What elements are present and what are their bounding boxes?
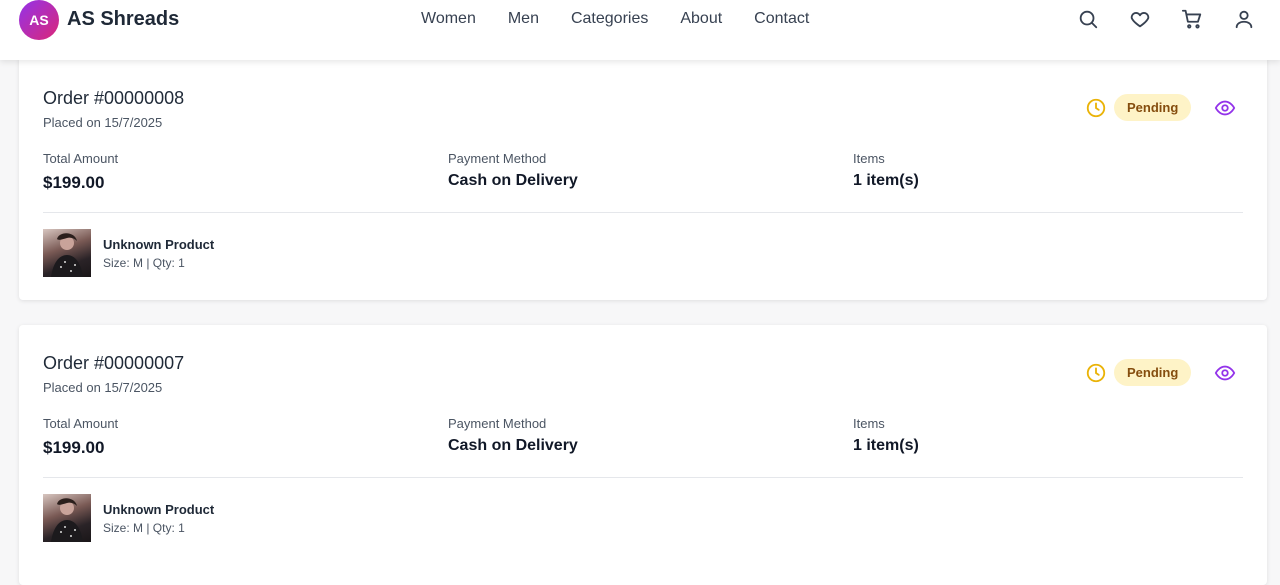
navbar: AS AS Shreads Women Men Categories About… bbox=[0, 0, 1280, 60]
divider bbox=[43, 477, 1243, 478]
product-meta: Size: M | Qty: 1 bbox=[103, 521, 185, 535]
nav-link-categories[interactable]: Categories bbox=[571, 10, 648, 28]
view-order-eye-icon[interactable] bbox=[1214, 362, 1236, 384]
total-amount-label: Total Amount bbox=[43, 416, 119, 431]
items-label: Items bbox=[853, 416, 885, 431]
order-card: Order #00000007 Placed on 15/7/2025 Pend… bbox=[19, 325, 1267, 585]
payment-method-label: Payment Method bbox=[448, 151, 547, 166]
order-title: Order #00000008 bbox=[43, 88, 185, 108]
payment-method-value: Cash on Delivery bbox=[448, 172, 578, 189]
total-amount-value: $199.00 bbox=[43, 438, 105, 457]
nav-link-about[interactable]: About bbox=[680, 10, 722, 28]
status-badge: Pending bbox=[1114, 359, 1192, 386]
order-placed-date: Placed on 15/7/2025 bbox=[43, 380, 163, 395]
product-thumbnail[interactable] bbox=[43, 494, 91, 542]
order-status: Pending bbox=[1085, 359, 1192, 386]
items-count-value: 1 item(s) bbox=[853, 172, 919, 189]
product-thumbnail[interactable] bbox=[43, 229, 91, 277]
heart-icon[interactable] bbox=[1129, 8, 1151, 30]
search-icon[interactable] bbox=[1077, 8, 1099, 30]
total-amount-label: Total Amount bbox=[43, 151, 119, 166]
status-badge: Pending bbox=[1114, 94, 1192, 121]
nav-links: Women Men Categories About Contact bbox=[421, 10, 841, 28]
product-meta: Size: M | Qty: 1 bbox=[103, 256, 185, 270]
clock-icon bbox=[1085, 362, 1107, 384]
order-status: Pending bbox=[1085, 94, 1192, 121]
divider bbox=[43, 212, 1243, 213]
nav-link-men[interactable]: Men bbox=[508, 10, 539, 28]
view-order-eye-icon[interactable] bbox=[1214, 97, 1236, 119]
total-amount-value: $199.00 bbox=[43, 173, 105, 192]
brand-name[interactable]: AS Shreads bbox=[67, 8, 179, 31]
clock-icon bbox=[1085, 97, 1107, 119]
nav-icons bbox=[1077, 8, 1280, 30]
order-card: Order #00000008 Placed on 15/7/2025 Pend… bbox=[19, 56, 1267, 300]
cart-icon[interactable] bbox=[1181, 8, 1203, 30]
product-name[interactable]: Unknown Product bbox=[103, 237, 214, 252]
nav-link-women[interactable]: Women bbox=[421, 10, 476, 28]
user-icon[interactable] bbox=[1233, 8, 1255, 30]
payment-method-value: Cash on Delivery bbox=[448, 437, 578, 454]
logo-badge[interactable]: AS bbox=[19, 0, 59, 40]
items-label: Items bbox=[853, 151, 885, 166]
payment-method-label: Payment Method bbox=[448, 416, 547, 431]
items-count-value: 1 item(s) bbox=[853, 437, 919, 454]
order-placed-date: Placed on 15/7/2025 bbox=[43, 115, 163, 130]
product-name[interactable]: Unknown Product bbox=[103, 502, 214, 517]
nav-link-contact[interactable]: Contact bbox=[754, 10, 809, 28]
order-title: Order #00000007 bbox=[43, 353, 185, 373]
